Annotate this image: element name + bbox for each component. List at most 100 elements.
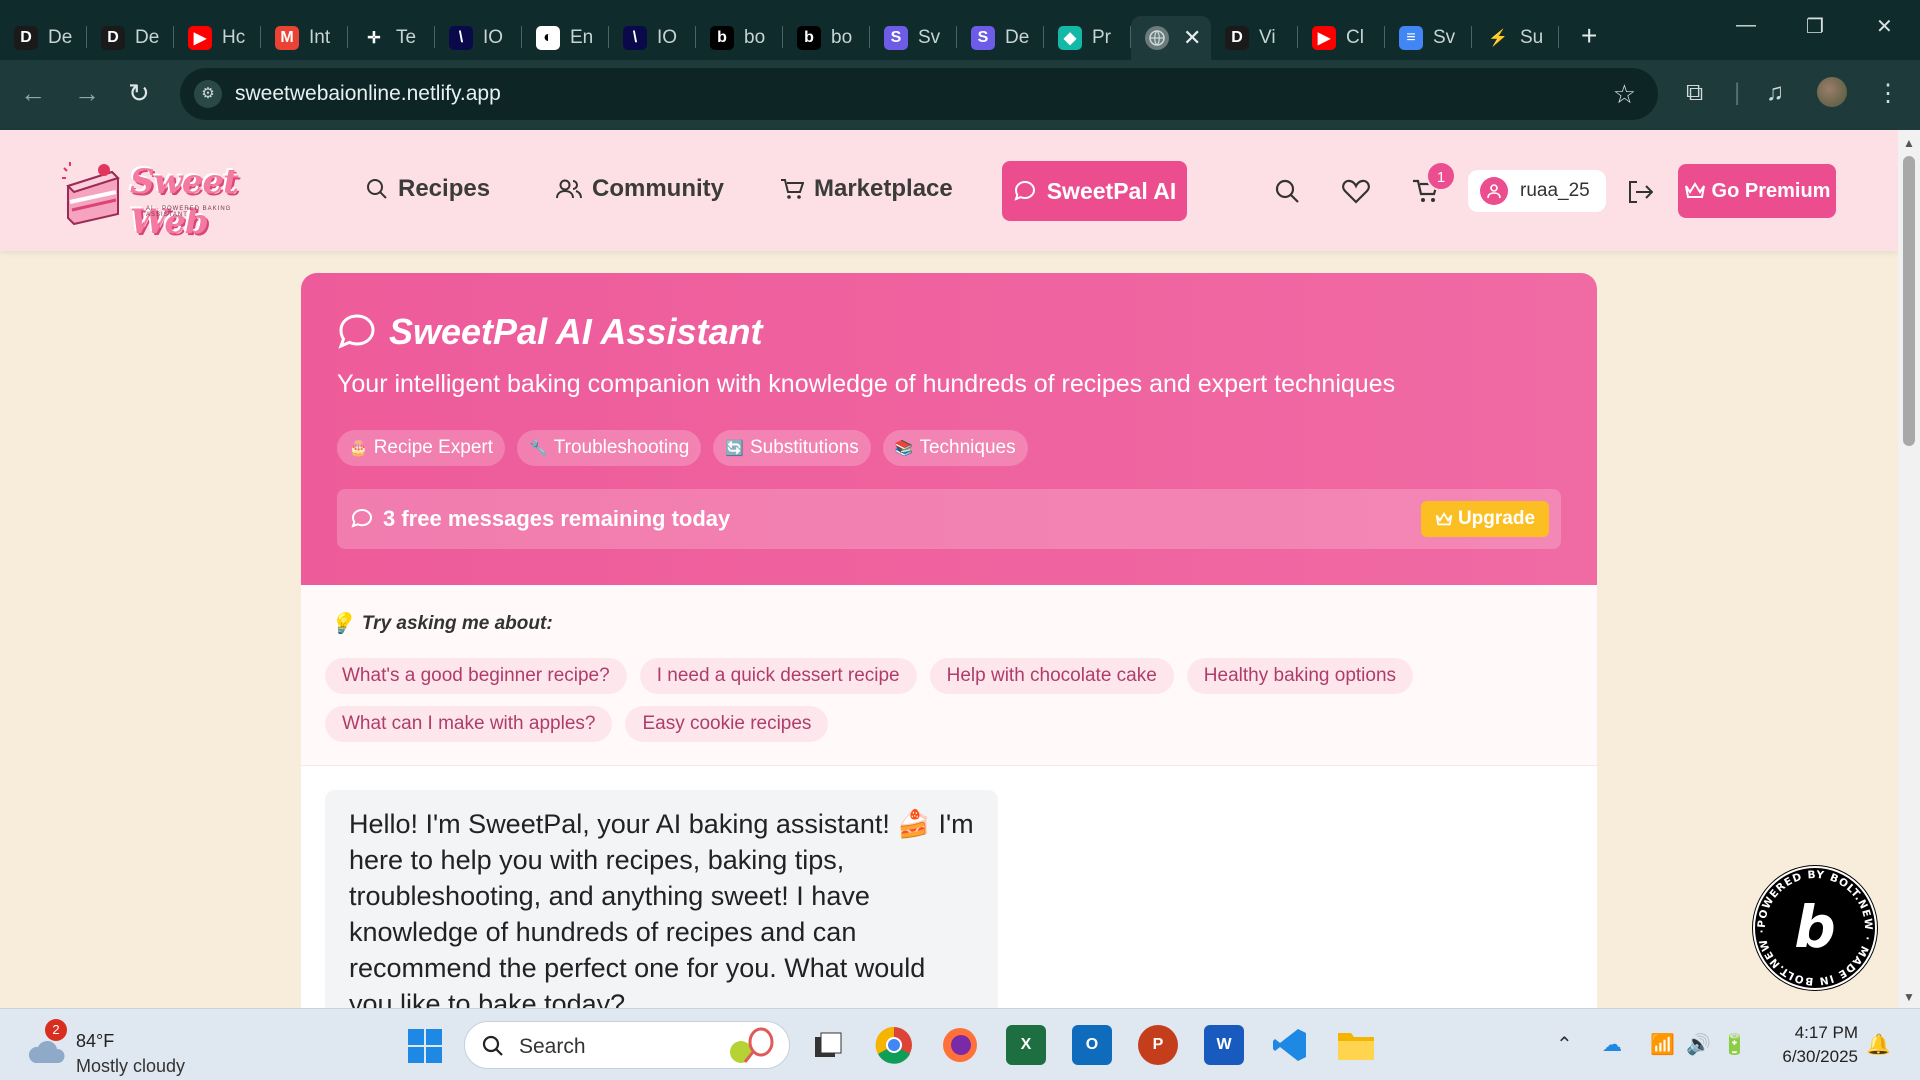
bolt-badge-icon: POWERED BY BOLT.NEW · MADE IN BOLT.NEW ·… bbox=[1753, 866, 1877, 990]
ai-assistant-card: SweetPal AI Assistant Your intelligent b… bbox=[301, 273, 1597, 1008]
browser-tab-after-2[interactable]: ≡ Sv bbox=[1385, 16, 1472, 60]
vscode-icon[interactable] bbox=[1270, 1025, 1310, 1065]
close-window-button[interactable]: ✕ bbox=[1876, 14, 1893, 39]
heart-icon[interactable] bbox=[1342, 178, 1370, 204]
browser-tab-10[interactable]: S Sv bbox=[870, 16, 957, 60]
wifi-icon[interactable]: 📶 bbox=[1650, 1032, 1675, 1057]
powered-by-bolt-badge[interactable]: POWERED BY BOLT.NEW · MADE IN BOLT.NEW ·… bbox=[1752, 865, 1878, 991]
nav-community-label: Community bbox=[592, 175, 724, 202]
bolt-letter: b bbox=[1794, 893, 1836, 961]
browser-tab-8[interactable]: b bo bbox=[696, 16, 783, 60]
windows-start-icon[interactable] bbox=[408, 1029, 442, 1063]
tab-list-after: D Vi ▶ Cl ≡ Sv ⚡ Su bbox=[1211, 0, 1559, 60]
volume-icon[interactable]: 🔊 bbox=[1686, 1032, 1711, 1057]
feature-chip-techniques: 📚 Techniques bbox=[882, 430, 1028, 466]
forward-button[interactable]: → bbox=[74, 78, 100, 109]
upgrade-button[interactable]: Upgrade bbox=[1421, 501, 1549, 537]
suggestion-pill[interactable]: Healthy baking options bbox=[1186, 658, 1414, 694]
site-info-icon[interactable]: ⚙ bbox=[194, 80, 222, 108]
screen-cast-icon[interactable]: ⧉ bbox=[1686, 79, 1703, 107]
browser-tab-2[interactable]: ▶ Hc bbox=[174, 16, 261, 60]
file-explorer-icon[interactable] bbox=[1336, 1025, 1376, 1065]
chip-emoji-icon: 🔄 bbox=[725, 440, 744, 457]
browser-tab-9[interactable]: b bo bbox=[783, 16, 870, 60]
suggestion-pill[interactable]: What's a good beginner recipe? bbox=[325, 658, 627, 694]
browser-tab-3[interactable]: M Int bbox=[261, 16, 348, 60]
suggestion-pill[interactable]: I need a quick dessert recipe bbox=[639, 658, 917, 694]
chat-bubble-icon bbox=[338, 314, 375, 349]
assistant-title: SweetPal AI Assistant bbox=[337, 311, 762, 353]
browser-tab-7[interactable]: \ IO bbox=[609, 16, 696, 60]
tab-title: Int bbox=[309, 27, 331, 48]
address-bar[interactable]: ⚙ sweetwebaionline.netlify.app ☆ bbox=[180, 68, 1658, 120]
assistant-hero: SweetPal AI Assistant Your intelligent b… bbox=[301, 273, 1597, 585]
close-tab-icon[interactable]: ✕ bbox=[1183, 25, 1201, 51]
feature-chips: 🎂 Recipe Expert 🔧 Troubleshooting 🔄 Substitut… bbox=[337, 430, 1040, 466]
chip-label: Troubleshooting bbox=[553, 437, 690, 458]
nav-recipes-label: Recipes bbox=[398, 175, 491, 202]
onedrive-icon[interactable]: ☁ bbox=[1602, 1032, 1622, 1057]
browser-tab-6[interactable]: ◐ En bbox=[522, 16, 609, 60]
page-scrollbar[interactable]: ▲ ▼ bbox=[1898, 130, 1920, 1008]
logout-icon[interactable] bbox=[1627, 180, 1653, 204]
browser-tab-5[interactable]: \ IO bbox=[435, 16, 522, 60]
browser-tab-12[interactable]: ◆ Pr bbox=[1044, 16, 1131, 60]
notification-bell-icon[interactable]: 🔔 bbox=[1866, 1032, 1891, 1057]
crown-icon bbox=[1684, 182, 1705, 198]
logo-tagline: AI · POWERED BAKING ASSISTANT bbox=[146, 206, 232, 218]
outlook-icon[interactable]: O bbox=[1072, 1025, 1112, 1065]
scroll-up-arrow-icon[interactable]: ▲ bbox=[1903, 136, 1915, 150]
go-premium-label: Go Premium bbox=[1711, 179, 1831, 202]
browser-tab-0[interactable]: D De bbox=[0, 16, 87, 60]
sweetpal-ai-button[interactable]: SweetPal AI bbox=[1002, 161, 1187, 221]
browser-tab-after-1[interactable]: ▶ Cl bbox=[1298, 16, 1385, 60]
excel-icon[interactable]: X bbox=[1006, 1025, 1046, 1065]
media-control-icon[interactable]: ♫ bbox=[1766, 79, 1784, 107]
scroll-thumb[interactable] bbox=[1903, 156, 1915, 446]
suggestion-pill[interactable]: What can I make with apples? bbox=[325, 706, 613, 742]
restore-button[interactable]: ❐ bbox=[1806, 14, 1824, 39]
search-icon[interactable] bbox=[1274, 178, 1300, 204]
browser-tab-11[interactable]: S De bbox=[957, 16, 1044, 60]
task-view-icon[interactable] bbox=[808, 1025, 848, 1065]
suggestions-title: 💡 Try asking me about: bbox=[329, 611, 553, 636]
sweetweb-logo[interactable]: Sweet Web AI · POWERED BAKING ASSISTANT bbox=[60, 152, 275, 242]
browser-tab-after-0[interactable]: D Vi bbox=[1211, 16, 1298, 60]
browser-tab-4[interactable]: ✛ Te bbox=[348, 16, 435, 60]
nav-recipes[interactable]: Recipes bbox=[366, 175, 490, 203]
tray-overflow-chevron-icon[interactable]: ⌃ bbox=[1556, 1032, 1573, 1057]
firefox-icon[interactable] bbox=[940, 1025, 980, 1065]
url-text[interactable]: sweetwebaionline.netlify.app bbox=[235, 82, 501, 106]
word-icon[interactable]: W bbox=[1204, 1025, 1244, 1065]
system-clock[interactable]: 4:17 PM 6/30/2025 bbox=[1768, 1021, 1858, 1069]
user-profile-pill[interactable]: ruaa_25 bbox=[1468, 170, 1606, 212]
browser-tab-after-3[interactable]: ⚡ Su bbox=[1472, 16, 1559, 60]
chrome-icon[interactable] bbox=[874, 1025, 914, 1065]
clock-date: 6/30/2025 bbox=[1782, 1047, 1858, 1066]
toolbar-divider: | bbox=[1734, 79, 1741, 106]
menu-kebab-icon[interactable]: ⋮ bbox=[1876, 79, 1900, 108]
reload-button[interactable]: ↻ bbox=[128, 78, 150, 109]
chip-emoji-icon: 📚 bbox=[894, 440, 914, 457]
back-button[interactable]: ← bbox=[20, 78, 46, 109]
suggestion-pill[interactable]: Help with chocolate cake bbox=[929, 658, 1174, 694]
cart-icon bbox=[781, 179, 804, 199]
go-premium-button[interactable]: Go Premium bbox=[1678, 164, 1836, 218]
active-tab[interactable]: ✕ bbox=[1131, 16, 1211, 60]
profile-avatar[interactable] bbox=[1817, 77, 1847, 107]
nav-marketplace[interactable]: Marketplace bbox=[780, 175, 953, 203]
tab-title: bo bbox=[744, 27, 766, 48]
battery-icon[interactable]: 🔋 bbox=[1722, 1032, 1747, 1057]
scroll-down-arrow-icon[interactable]: ▼ bbox=[1903, 990, 1915, 1004]
nav-marketplace-label: Marketplace bbox=[814, 175, 953, 202]
free-messages-text: 3 free messages remaining today bbox=[351, 506, 730, 532]
suggestion-pill[interactable]: Easy cookie recipes bbox=[625, 706, 829, 742]
powerpoint-icon[interactable]: P bbox=[1138, 1025, 1178, 1065]
bookmark-star-icon[interactable]: ☆ bbox=[1613, 79, 1636, 110]
taskbar-search[interactable]: Search bbox=[464, 1021, 790, 1069]
browser-tab-1[interactable]: D De bbox=[87, 16, 174, 60]
minimize-button[interactable]: — bbox=[1736, 14, 1756, 37]
new-tab-button[interactable]: + bbox=[1581, 20, 1597, 52]
tab-title: Pr bbox=[1092, 27, 1111, 48]
nav-community[interactable]: Community bbox=[556, 175, 724, 203]
